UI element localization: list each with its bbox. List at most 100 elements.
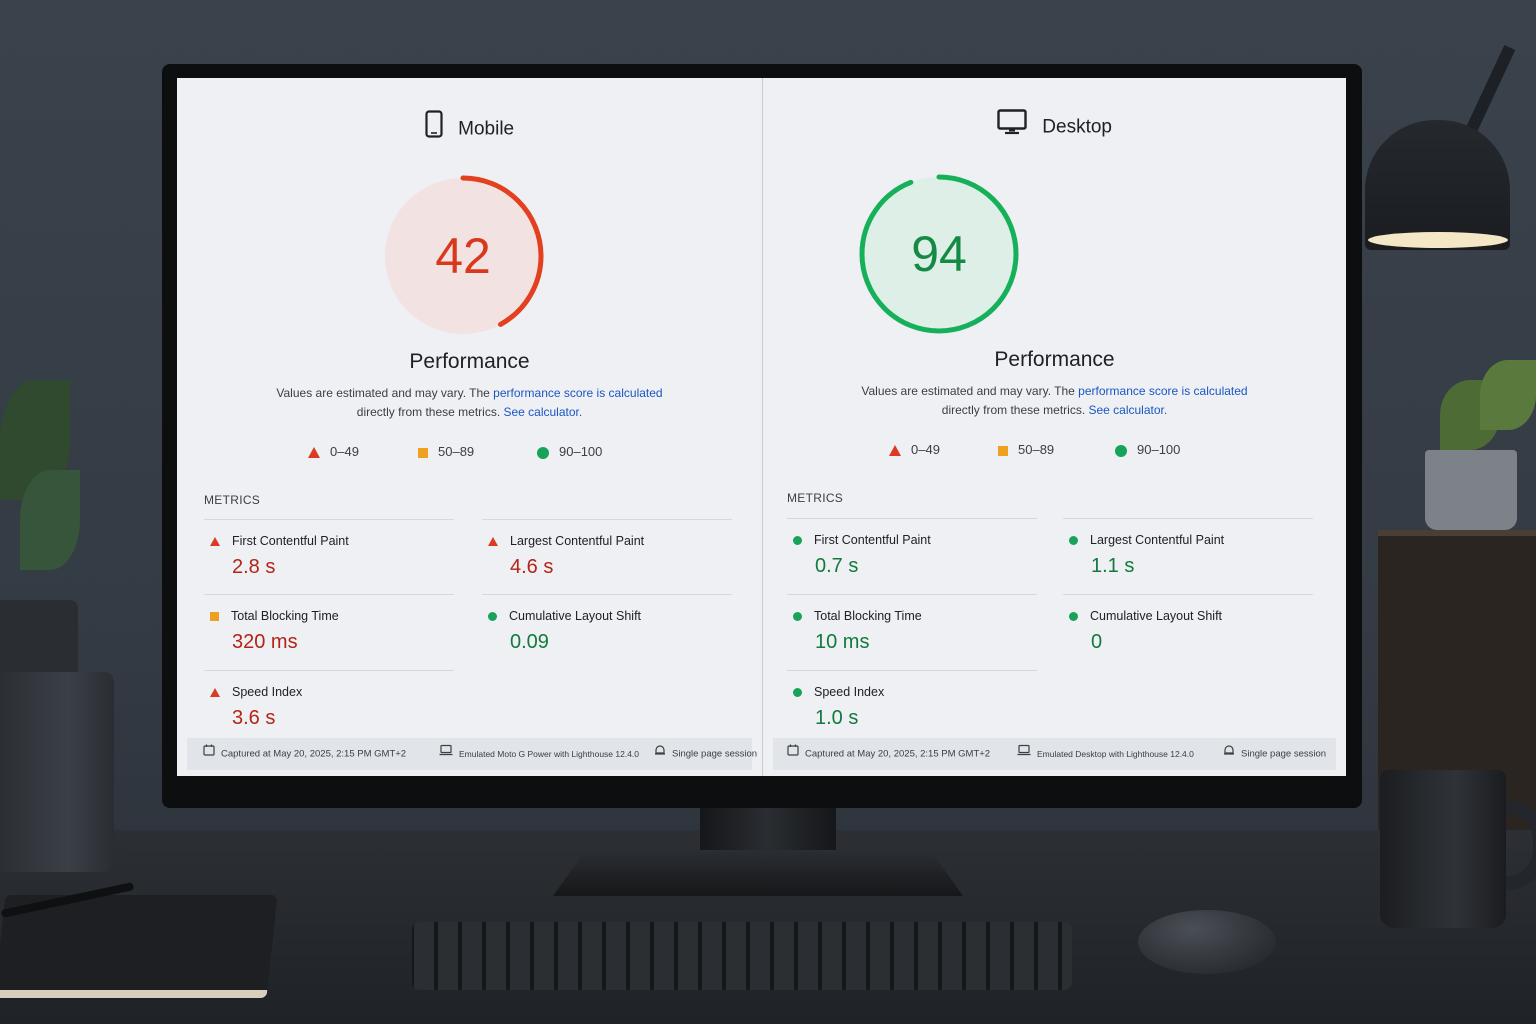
coffee-mug bbox=[1380, 770, 1506, 928]
device-label: Desktop bbox=[1042, 116, 1112, 138]
metric-value: 1.0 s bbox=[815, 707, 859, 729]
performance-gauge[interactable]: 42 bbox=[381, 174, 545, 338]
metric-label: Cumulative Layout Shift bbox=[509, 609, 642, 623]
pass-circle-icon bbox=[1069, 612, 1078, 622]
plant-leaf bbox=[20, 470, 80, 570]
pass-circle-icon bbox=[793, 688, 802, 698]
metric-value: 2.8 s bbox=[232, 556, 276, 578]
desk-lamp bbox=[1365, 120, 1510, 250]
metric-largest-contentful-paint[interactable]: Largest Contentful Paint 1.1 s bbox=[1063, 518, 1313, 593]
category-title: Performance bbox=[409, 350, 530, 373]
captured-at: Captured at May 20, 2025, 2:15 PM GMT+2 bbox=[787, 738, 990, 770]
metric-label: First Contentful Paint bbox=[232, 534, 349, 548]
metric-label: Cumulative Layout Shift bbox=[1090, 609, 1223, 623]
metric-value: 10 ms bbox=[815, 631, 870, 653]
score-note: Values are estimated and may vary. The p… bbox=[177, 384, 762, 422]
legend-average-label: 50–89 bbox=[438, 444, 475, 459]
metric-value: 0 bbox=[1091, 631, 1103, 653]
device-tab-desktop[interactable]: Desktop bbox=[763, 109, 1346, 141]
device-label: Mobile bbox=[458, 118, 515, 140]
metric-first-contentful-paint[interactable]: First Contentful Paint 0.7 s bbox=[787, 518, 1037, 593]
legend-fail-label: 0–49 bbox=[330, 444, 359, 459]
circle-icon bbox=[537, 446, 549, 459]
runtime-settings-footer: Captured at May 20, 2025, 2:15 PM GMT+2 … bbox=[773, 738, 1336, 770]
pass-circle-icon bbox=[793, 612, 802, 622]
metric-value: 4.6 s bbox=[510, 556, 554, 578]
see-calculator-link[interactable]: See calculator. bbox=[1088, 403, 1167, 417]
fail-triangle-icon bbox=[210, 537, 220, 547]
session-text: Single page session bbox=[672, 748, 758, 760]
metric-label: Largest Contentful Paint bbox=[1090, 533, 1225, 547]
legend-pass-label: 90–100 bbox=[1137, 442, 1181, 457]
legend-pass-label: 90–100 bbox=[559, 444, 603, 459]
emulated-text: Emulated Moto G Power with Lighthouse 12… bbox=[459, 749, 640, 759]
performance-score-link[interactable]: performance score is calculated bbox=[1078, 384, 1247, 398]
see-calculator-link[interactable]: See calculator. bbox=[503, 405, 582, 419]
metric-speed-index[interactable]: Speed Index 1.0 s bbox=[787, 670, 1037, 745]
metric-first-contentful-paint[interactable]: First Contentful Paint 2.8 s bbox=[204, 519, 454, 594]
bell-icon bbox=[1223, 738, 1235, 770]
pass-circle-icon bbox=[488, 612, 497, 622]
metric-largest-contentful-paint[interactable]: Largest Contentful Paint 4.6 s bbox=[482, 519, 732, 594]
legend-fail: 0–49 bbox=[308, 442, 359, 462]
fail-triangle-icon bbox=[488, 537, 498, 547]
desktop-monitor-icon bbox=[997, 109, 1027, 146]
metric-label: Total Blocking Time bbox=[231, 609, 339, 623]
score-legend: 0–49 50–89 90–100 bbox=[763, 440, 1346, 460]
performance-gauge[interactable]: 94 bbox=[857, 172, 1021, 336]
captured-text: Captured at May 20, 2025, 2:15 PM GMT+2 bbox=[221, 748, 407, 760]
plant-pot-right bbox=[1425, 450, 1517, 530]
calendar-icon bbox=[787, 738, 799, 770]
square-icon bbox=[418, 447, 428, 458]
legend-pass: 90–100 bbox=[1115, 440, 1180, 460]
metric-speed-index[interactable]: Speed Index 3.6 s bbox=[204, 670, 454, 745]
lamp-light bbox=[1368, 232, 1508, 248]
triangle-icon bbox=[308, 447, 320, 459]
metric-value: 320 ms bbox=[232, 631, 298, 653]
metric-total-blocking-time[interactable]: Total Blocking Time 10 ms bbox=[787, 594, 1037, 669]
keyboard bbox=[412, 922, 1072, 990]
session-text: Single page session bbox=[1241, 748, 1327, 760]
metric-total-blocking-time[interactable]: Total Blocking Time 320 ms bbox=[204, 594, 454, 669]
legend-average-label: 50–89 bbox=[1018, 442, 1055, 457]
smartphone-icon bbox=[425, 110, 443, 149]
metric-cumulative-layout-shift[interactable]: Cumulative Layout Shift 0 bbox=[1063, 594, 1313, 669]
legend-average: 50–89 bbox=[418, 442, 474, 462]
session-type: Single page session bbox=[1223, 738, 1326, 770]
desktop-panel: Desktop 94 Performance Values are estima… bbox=[763, 78, 1346, 776]
performance-score: 42 bbox=[435, 228, 491, 284]
mouse bbox=[1138, 910, 1276, 974]
mobile-panel: Mobile 42 Performance Values are estimat… bbox=[177, 78, 763, 776]
triangle-icon bbox=[889, 445, 901, 457]
category-title: Performance bbox=[994, 348, 1115, 371]
monitor-stand-base bbox=[553, 850, 963, 896]
laptop-icon bbox=[439, 738, 453, 770]
canister bbox=[0, 672, 114, 872]
session-type: Single page session bbox=[654, 738, 757, 770]
emulated-text: Emulated Desktop with Lighthouse 12.4.0 bbox=[1037, 749, 1194, 759]
lighthouse-report-screen: Mobile 42 Performance Values are estimat… bbox=[177, 78, 1346, 776]
metric-label: Speed Index bbox=[814, 685, 885, 699]
pass-circle-icon bbox=[793, 536, 802, 546]
legend-pass: 90–100 bbox=[537, 442, 602, 462]
metric-label: Speed Index bbox=[232, 685, 303, 699]
metric-cumulative-layout-shift[interactable]: Cumulative Layout Shift 0.09 bbox=[482, 594, 732, 669]
metric-label: First Contentful Paint bbox=[814, 533, 931, 547]
performance-score-link[interactable]: performance score is calculated bbox=[493, 386, 662, 400]
circle-icon bbox=[1115, 444, 1127, 457]
metrics-heading: METRICS bbox=[787, 491, 844, 505]
metric-value: 0.09 bbox=[510, 631, 549, 653]
performance-score: 94 bbox=[911, 226, 967, 282]
emulated-device: Emulated Desktop with Lighthouse 12.4.0 bbox=[1017, 738, 1194, 770]
captured-text: Captured at May 20, 2025, 2:15 PM GMT+2 bbox=[805, 748, 991, 760]
laptop-icon bbox=[1017, 738, 1031, 770]
metric-label: Largest Contentful Paint bbox=[510, 534, 645, 548]
device-tab-mobile[interactable]: Mobile bbox=[177, 110, 762, 142]
pass-circle-icon bbox=[1069, 536, 1078, 546]
note-text: Values are estimated and may vary. The bbox=[276, 386, 494, 400]
runtime-settings-footer: Captured at May 20, 2025, 2:15 PM GMT+2 … bbox=[187, 738, 757, 770]
metric-label: Total Blocking Time bbox=[814, 609, 922, 623]
legend-fail-label: 0–49 bbox=[911, 442, 940, 457]
plant-leaf bbox=[1480, 360, 1536, 430]
note-text-2: directly from these metrics. bbox=[356, 405, 504, 419]
